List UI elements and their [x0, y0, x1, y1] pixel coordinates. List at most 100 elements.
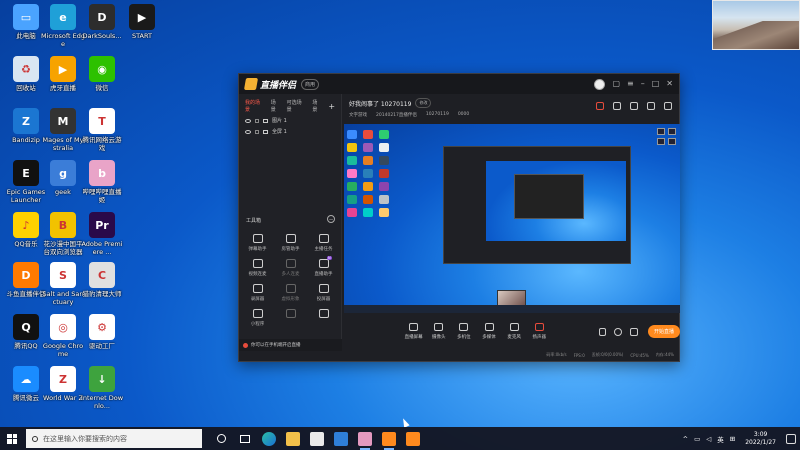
desktop-icon-label: Microsoft Edge	[41, 32, 86, 48]
cortana-icon[interactable]	[214, 432, 228, 446]
desktop-icon[interactable]: ◉ 微信	[80, 56, 124, 92]
screen-capture-button[interactable]: 直播屏幕	[401, 323, 426, 340]
network-icon[interactable]: ▭	[694, 435, 700, 443]
tab-my-scenes[interactable]: 我的场景	[245, 99, 265, 113]
media-button[interactable]: 多媒体	[476, 323, 501, 340]
premiere-icon: Pr	[89, 212, 115, 238]
desktop-icon[interactable]: ▶ START	[120, 4, 164, 40]
avatar[interactable]	[594, 78, 606, 90]
task-view-icon[interactable]	[238, 432, 252, 446]
app-badge[interactable]: 商用	[301, 78, 320, 90]
source-item-fullscreen[interactable]: 全屏 1	[239, 124, 341, 135]
desktop-icon[interactable]: b 哔哩哔哩直播姬	[80, 160, 124, 204]
eye-icon[interactable]	[245, 129, 251, 134]
file-explorer-icon[interactable]	[286, 431, 300, 446]
status-bar: 码率:0kb/s FPS:0 丢帧:0/0(0.00%) CPU:45% 内存:…	[343, 349, 680, 361]
tray-chevron-icon[interactable]: ^	[683, 435, 688, 443]
tab-optional-scenes[interactable]: 可选场景	[287, 99, 307, 113]
cleaner-icon: C	[89, 262, 115, 288]
app-titlebar[interactable]: 直播伴侣 商用 ▢ ≡ – □ ✕	[239, 74, 679, 94]
settings-icon[interactable]	[614, 327, 623, 336]
tool-item[interactable]: 主播任务	[307, 234, 340, 252]
tencent-cloud-game-icon: T	[89, 108, 115, 134]
tool-item[interactable]: 虚拟形象	[274, 284, 307, 302]
speaker-button[interactable]: 扬声器	[527, 323, 552, 340]
gift-icon[interactable]	[596, 102, 604, 110]
preview-app-icon	[347, 182, 357, 191]
tool-item[interactable]: 视频连麦	[241, 259, 274, 277]
store-icon[interactable]	[310, 431, 324, 446]
volume-icon[interactable]: ◁	[706, 435, 711, 443]
desktop-icon[interactable]: D DarkSouls...	[80, 4, 124, 40]
minimize-icon[interactable]: –	[641, 80, 645, 88]
tool-item[interactable]: 多人连麦	[274, 259, 307, 277]
microphone-button[interactable]: 麦克风	[502, 323, 527, 340]
gear-icon[interactable]	[630, 327, 638, 336]
tool-item[interactable]	[274, 309, 307, 327]
douyu-icon: D	[13, 262, 39, 288]
desktop-icon[interactable]: B 花沙漫中国平台双向浏览器	[41, 212, 85, 256]
tool-item[interactable]: 房管助手	[274, 234, 307, 252]
photo-mountain-shape	[713, 21, 799, 49]
tool-item[interactable]: 录屏器	[241, 284, 274, 302]
room-category[interactable]: 文字游戏	[349, 112, 367, 118]
live-companion-window[interactable]: 直播伴侣 商用 ▢ ≡ – □ ✕ 我的场景 场景 可选场景 场景 + 图片 1	[238, 73, 680, 362]
collapse-icon[interactable]: −	[327, 215, 335, 223]
tool-item[interactable]: 投屏器	[307, 284, 340, 302]
print-icon[interactable]	[613, 102, 621, 110]
lock-icon[interactable]	[255, 118, 259, 123]
edit-room-button[interactable]: 修改	[415, 98, 432, 108]
eye-icon[interactable]	[245, 118, 251, 123]
tab-scene[interactable]: 场景	[271, 99, 281, 113]
desktop-icon[interactable]: e Microsoft Edge	[41, 4, 85, 48]
desktop-icon[interactable]: Pr Adobe Premiere ...	[80, 212, 124, 256]
bell-icon[interactable]	[647, 102, 655, 110]
camera-button[interactable]: 摄像头	[426, 323, 451, 340]
menu-icon[interactable]: ≡	[627, 80, 634, 88]
desktop-icon[interactable]: ◎ Google Chrome	[41, 314, 85, 358]
tool-item[interactable]: N 直播助手	[307, 256, 340, 277]
input-language[interactable]: 英	[717, 434, 724, 444]
lock-icon[interactable]	[255, 129, 259, 134]
skin-icon[interactable]: ▢	[612, 80, 620, 88]
room-title[interactable]: 好我闹事了 10270119	[349, 99, 411, 108]
live-companion-taskbar-icon-2[interactable]	[406, 431, 420, 446]
bilibili-taskbar-icon[interactable]	[358, 431, 372, 450]
ime-icon[interactable]: ⊞	[730, 435, 735, 443]
start-live-button[interactable]: 开始直播	[647, 325, 680, 338]
tool-icon	[252, 309, 263, 318]
lock-icon[interactable]	[630, 102, 638, 110]
desktop-icon[interactable]: Z World War Z	[41, 366, 85, 402]
close-icon[interactable]: ✕	[666, 80, 673, 88]
room-info-bar: 好我闹事了 10270119 修改 文字游戏 20140217直播伴侣 1027…	[343, 94, 680, 122]
add-scene-icon[interactable]: +	[328, 102, 335, 111]
taskbar-search[interactable]: 在这里输入你要搜索的内容	[26, 429, 202, 448]
desktop-icon[interactable]: ▶ 虎牙直播	[41, 56, 85, 92]
notification-icon[interactable]	[786, 433, 796, 444]
record-icon[interactable]	[598, 327, 607, 336]
start-button[interactable]	[0, 427, 24, 450]
tool-item[interactable]: 小程序	[241, 309, 274, 327]
bottom-notice[interactable]: 你可以在手机端开启直播	[239, 339, 342, 351]
tool-item[interactable]: 弹幕助手	[241, 234, 274, 252]
tool-item[interactable]	[307, 309, 340, 327]
desktop-icon[interactable]: ↓ Internet Downlo...	[80, 366, 124, 410]
desktop-icon[interactable]: g geek	[41, 160, 85, 196]
edge-taskbar-icon[interactable]	[262, 431, 276, 446]
desktop-icon[interactable]: C 猎豹清理大师	[80, 262, 124, 298]
desktop-icon[interactable]: S Salt and Sanctuary	[41, 262, 85, 306]
preview-app-icon	[363, 208, 373, 217]
desktop-icon[interactable]: ⚙ 驱动工厂	[80, 314, 124, 350]
maximize-icon[interactable]: □	[652, 80, 660, 88]
multi-camera-button[interactable]: 多机位	[451, 323, 476, 340]
tab-scene-2[interactable]: 场景	[312, 99, 322, 113]
mail-icon[interactable]	[334, 431, 348, 446]
clock[interactable]: 3:09 2022/1/27	[745, 431, 776, 447]
desktop-icon[interactable]: T 腾讯网络云游戏	[80, 108, 124, 152]
share-icon[interactable]	[664, 102, 672, 110]
live-companion-taskbar-icon[interactable]	[382, 431, 396, 450]
source-item-image[interactable]: 图片 1	[239, 113, 341, 124]
preview-app-icon	[379, 169, 389, 178]
stream-preview[interactable]	[344, 124, 680, 313]
desktop-icon[interactable]: M Mages of Mystralia	[41, 108, 85, 152]
